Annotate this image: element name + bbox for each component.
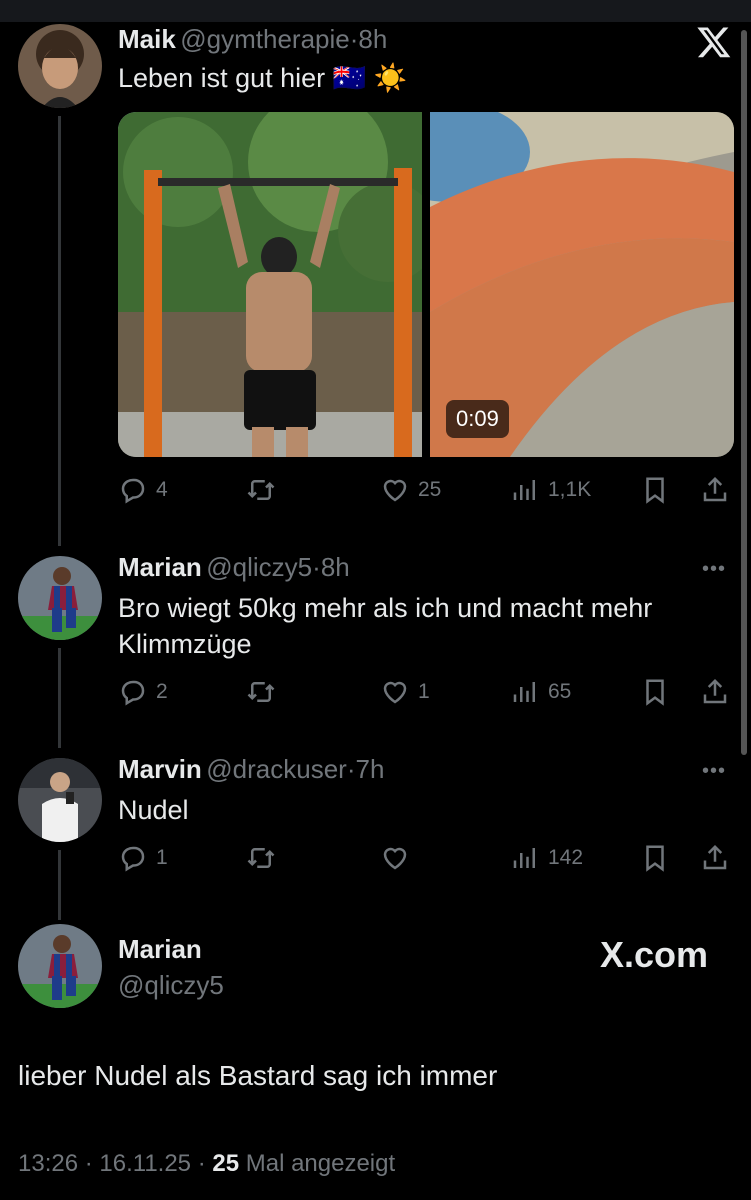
views-button[interactable]: 1,1K	[510, 475, 591, 505]
repost-button[interactable]	[246, 475, 284, 505]
like-icon	[383, 847, 407, 870]
views-icon	[513, 480, 535, 500]
author-handle[interactable]: @drackuser	[206, 754, 347, 784]
views-count: 1,1K	[548, 478, 592, 501]
bookmark-button[interactable]	[640, 475, 678, 505]
tweet-footer: 13:26 · 16.11.25 · 25 Mal angezeigt	[18, 1150, 395, 1178]
reply-button[interactable]: 1	[118, 843, 168, 873]
reply-count: 2	[156, 680, 168, 703]
reply-icon	[121, 680, 145, 706]
repost-button[interactable]	[246, 843, 284, 873]
separator: ·	[312, 552, 321, 582]
author-name[interactable]: Marvin	[118, 754, 202, 784]
tweet-text: Bro wiegt 50kg mehr als ich und macht me…	[118, 593, 653, 659]
author-name[interactable]: Marian	[118, 934, 202, 965]
timestamp[interactable]: 13:26 · 16.11.25 ·	[18, 1150, 212, 1177]
views-label: Mal angezeigt	[239, 1150, 396, 1177]
tweet-header: Marian @qliczy5·8h	[118, 552, 350, 583]
share-button[interactable]	[700, 677, 738, 707]
views-icon	[513, 848, 535, 868]
more-options-icon[interactable]: •••	[702, 558, 726, 581]
like-icon	[383, 479, 407, 502]
author-name[interactable]: Marian	[118, 552, 202, 582]
media-video[interactable]: 0:09	[430, 112, 734, 457]
tweet-text: lieber Nudel als Bastard sag ich immer	[18, 1060, 498, 1091]
repost-icon	[247, 848, 275, 868]
thread-line	[58, 116, 61, 546]
avatar[interactable]	[18, 556, 102, 640]
share-button[interactable]	[700, 843, 738, 873]
views-button[interactable]: 65	[510, 677, 571, 707]
repost-icon	[247, 682, 275, 702]
x-logo-icon[interactable]	[694, 24, 734, 60]
like-button[interactable]	[380, 843, 418, 873]
author-handle[interactable]: @qliczy5	[118, 970, 224, 1001]
bookmark-icon	[646, 477, 664, 504]
thread-line	[58, 850, 61, 920]
bookmark-icon	[646, 679, 664, 706]
reply-count: 1	[156, 846, 168, 869]
avatar[interactable]	[18, 758, 102, 842]
views-count: 142	[548, 846, 584, 869]
views-button[interactable]: 142	[510, 843, 583, 873]
avatar[interactable]	[18, 24, 102, 108]
views-count: 25	[212, 1150, 240, 1177]
like-count: 25	[418, 478, 442, 501]
author-name[interactable]: Maik	[118, 24, 176, 54]
views-count: 65	[548, 680, 572, 703]
share-icon	[703, 844, 727, 870]
avatar[interactable]	[18, 924, 102, 1008]
tweet-text: Nudel	[118, 795, 189, 825]
video-duration: 0:09	[446, 400, 509, 438]
bookmark-button[interactable]	[640, 843, 678, 873]
status-bar	[0, 0, 751, 22]
repost-icon	[247, 480, 275, 500]
author-handle[interactable]: @gymtherapie	[180, 24, 349, 54]
author-handle[interactable]: @qliczy5	[206, 552, 312, 582]
scrollbar[interactable]	[741, 30, 747, 755]
reply-button[interactable]: 4	[118, 475, 168, 505]
share-button[interactable]	[700, 475, 738, 505]
bookmark-icon	[646, 845, 664, 872]
like-count: 1	[418, 680, 430, 703]
reply-count: 4	[156, 478, 168, 501]
views-icon	[513, 682, 535, 702]
tweet-time[interactable]: 8h	[321, 552, 350, 582]
watermark: X.com	[600, 934, 709, 975]
bookmark-button[interactable]	[640, 677, 678, 707]
more-options-icon[interactable]: •••	[702, 760, 726, 783]
tweet-header: Marvin @drackuser·7h	[118, 754, 384, 785]
like-button[interactable]: 1	[380, 677, 430, 707]
like-button[interactable]: 25	[380, 475, 441, 505]
media-image[interactable]	[118, 112, 422, 457]
tweet-header: Maik @gymtherapie·8h	[118, 24, 387, 55]
tweet-time[interactable]: 7h	[356, 754, 385, 784]
reply-icon	[121, 478, 145, 504]
reply-button[interactable]: 2	[118, 677, 168, 707]
thread-line	[58, 648, 61, 748]
repost-button[interactable]	[246, 677, 284, 707]
tweet-text: Leben ist gut hier 🇦🇺 ☀️	[118, 63, 408, 93]
like-icon	[383, 681, 407, 704]
share-icon	[703, 476, 727, 502]
share-icon	[703, 678, 727, 704]
tweet-time[interactable]: 8h	[358, 24, 387, 54]
reply-icon	[121, 846, 145, 872]
separator: ·	[346, 754, 356, 784]
